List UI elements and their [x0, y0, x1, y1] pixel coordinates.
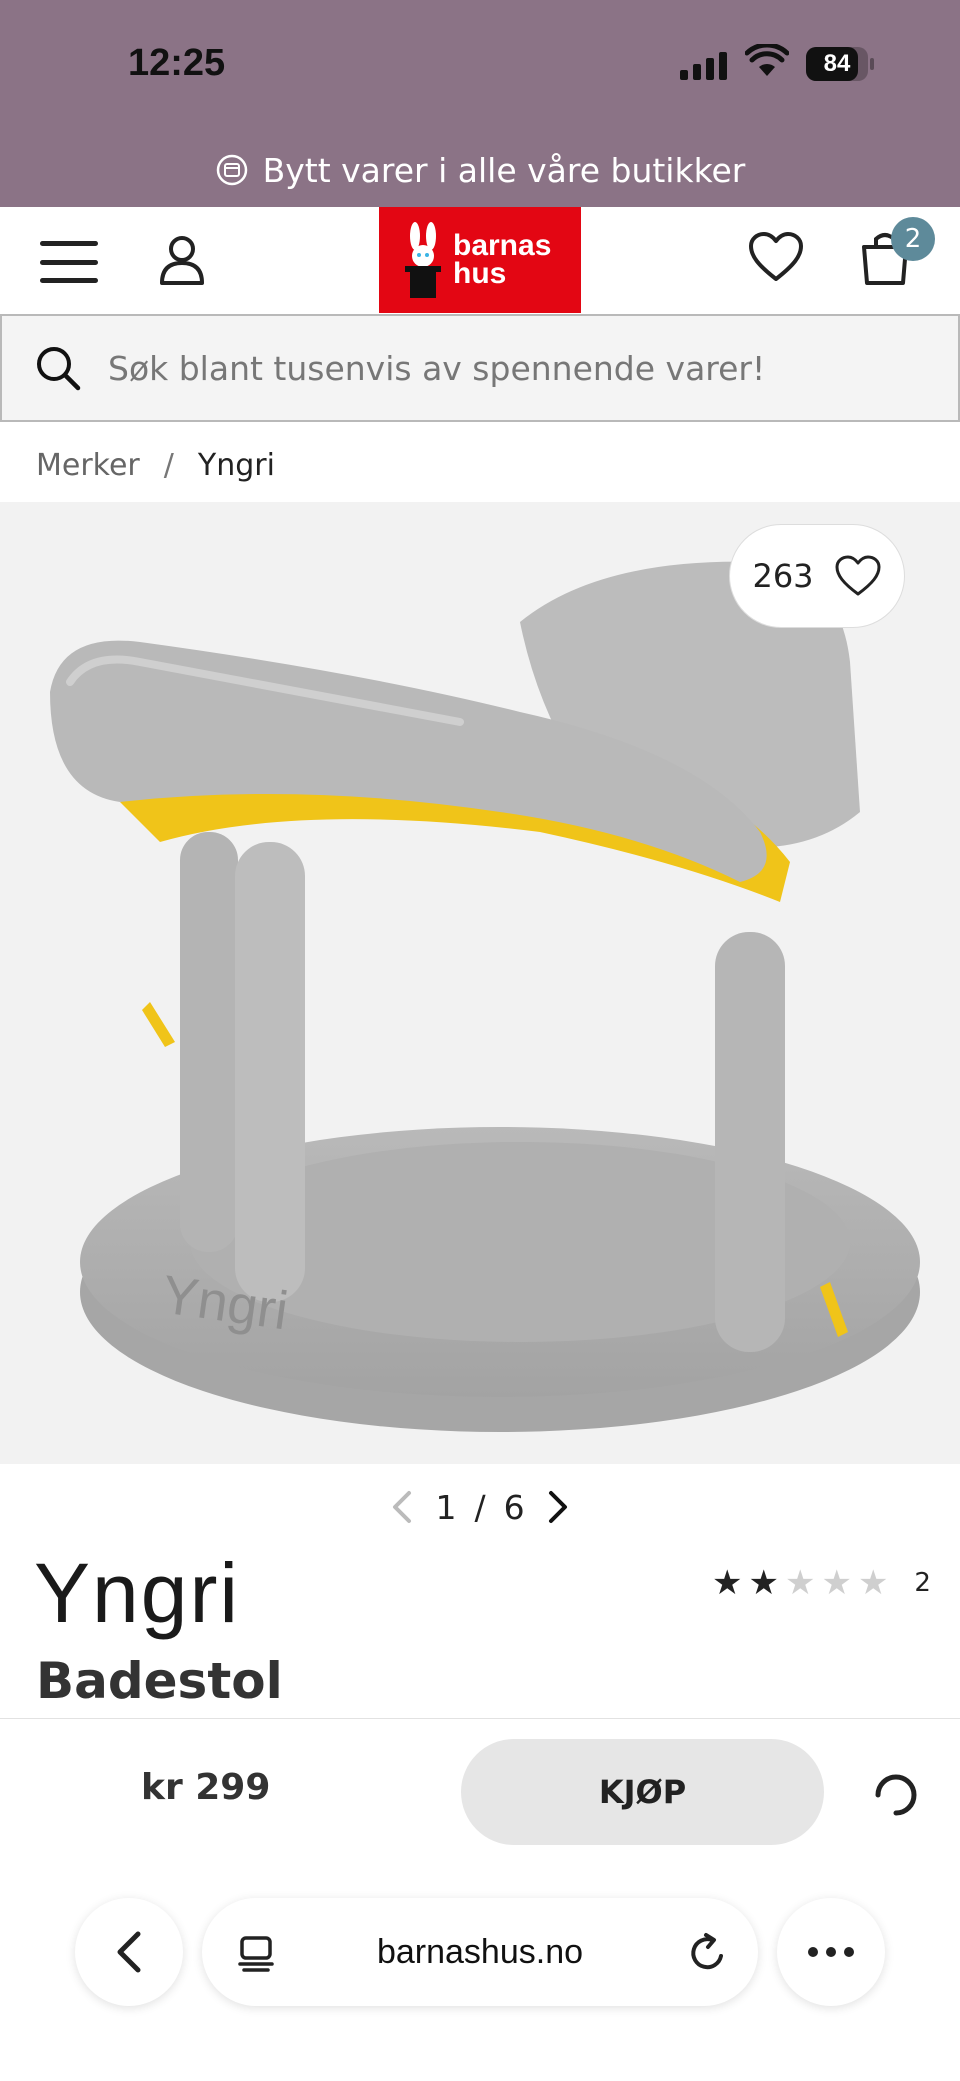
site-logo[interactable]: barnas hus	[379, 207, 581, 313]
browser-toolbar: barnashus.no	[0, 1848, 960, 2081]
top-banner-area: 12:25 84 Bytt varer i alle våre butikker	[0, 0, 960, 207]
loading-spinner-icon	[875, 1774, 917, 1816]
heart-outline-icon	[835, 555, 881, 596]
battery-level: 84	[823, 50, 851, 77]
product-price: kr 299	[141, 1767, 271, 1808]
pager-current: 1	[435, 1487, 457, 1527]
product-like-button[interactable]: 263	[729, 524, 905, 628]
rating-star-icon: ★	[821, 1563, 852, 1603]
buy-bar: kr 299 KJØP	[0, 1718, 960, 1848]
pager-total: 6	[503, 1487, 525, 1527]
url-text: barnashus.no	[376, 1933, 584, 1971]
promo-banner[interactable]: Bytt varer i alle våre butikker	[0, 142, 960, 198]
chevron-left-icon	[117, 1931, 141, 1973]
back-button[interactable]	[75, 1898, 183, 2006]
more-options-button[interactable]	[777, 1898, 885, 2006]
site-header: barnas hus 2	[0, 207, 960, 314]
product-title: Badestol	[36, 1652, 283, 1710]
like-count: 263	[752, 557, 814, 595]
breadcrumb: Merker / Yngri	[36, 440, 275, 490]
search-input[interactable]	[108, 348, 928, 388]
buy-button[interactable]: KJØP	[461, 1739, 824, 1845]
status-bar: 12:25 84	[0, 0, 960, 130]
logo-text-line2: hus	[453, 257, 507, 290]
rating-star-icon: ★	[857, 1563, 889, 1603]
rating-count: 2	[914, 1568, 931, 1598]
search-bar[interactable]	[0, 314, 960, 422]
brand-logo[interactable]: Yngri	[34, 1545, 240, 1642]
product-rating[interactable]: ★ ★ ★ ★ ★ 2	[712, 1566, 931, 1600]
battery-icon: 84	[806, 47, 876, 81]
status-time: 12:25	[128, 42, 226, 84]
breadcrumb-item-merker[interactable]: Merker	[36, 448, 140, 483]
logo-text-line1: barnas	[453, 229, 552, 262]
promo-banner-text: Bytt varer i alle våre butikker	[262, 150, 746, 190]
wifi-icon	[745, 44, 789, 76]
exchange-icon	[216, 154, 247, 186]
breadcrumb-item-yngri[interactable]: Yngri	[198, 448, 275, 483]
rating-star-icon: ★	[784, 1563, 816, 1603]
wishlist-heart-icon[interactable]	[748, 231, 804, 283]
rating-star-icon: ★	[748, 1563, 779, 1603]
search-icon	[37, 347, 81, 391]
reload-icon[interactable]	[688, 1932, 728, 1974]
image-pager: 1 / 6	[0, 1480, 960, 1534]
breadcrumb-separator: /	[163, 447, 174, 483]
chevron-left-icon[interactable]	[389, 1489, 417, 1525]
chevron-right-icon[interactable]	[543, 1489, 571, 1525]
product-image: Yngri	[50, 561, 920, 1432]
cart-count-badge: 2	[891, 217, 935, 261]
pager-separator: /	[474, 1487, 486, 1527]
more-dots-icon	[808, 1947, 854, 1957]
product-image-gallery[interactable]: Yngri 263	[0, 502, 960, 1464]
address-bar[interactable]: barnashus.no	[202, 1898, 758, 2006]
rating-star-icon: ★	[712, 1563, 743, 1603]
account-icon[interactable]	[158, 233, 206, 287]
cellular-signal-icon	[680, 52, 727, 80]
menu-icon[interactable]	[40, 241, 98, 283]
rabbit-hat-logo-icon	[405, 222, 441, 298]
